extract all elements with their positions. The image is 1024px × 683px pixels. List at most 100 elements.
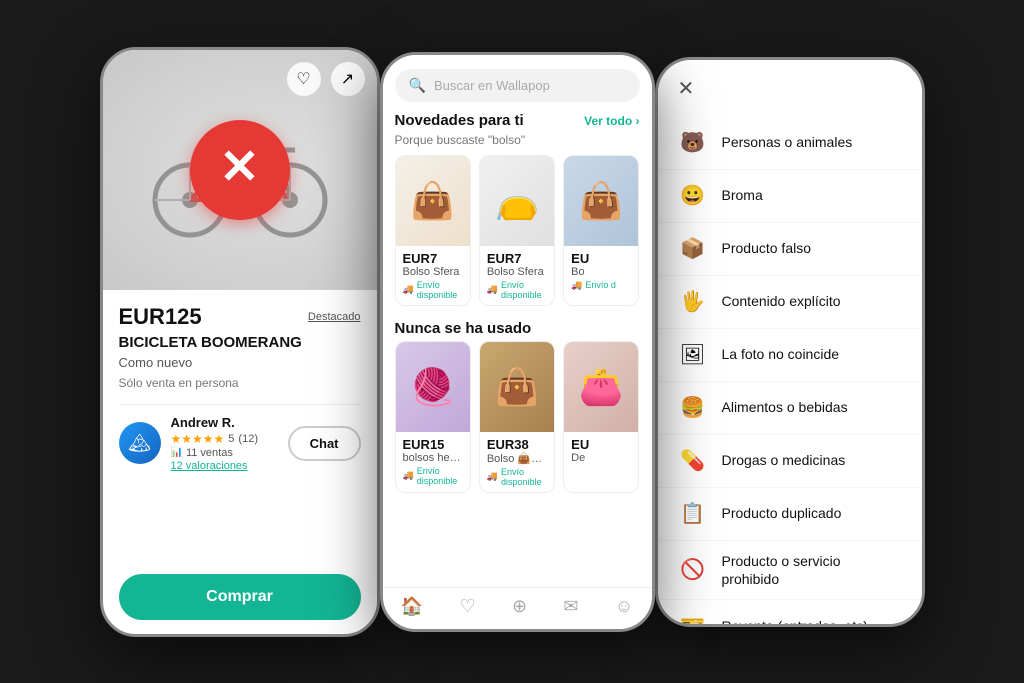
- nav-home[interactable]: 🏠: [401, 596, 423, 617]
- buy-button[interactable]: Comprar: [119, 574, 361, 620]
- product-name-1: Bolso Sfera: [403, 266, 463, 278]
- nav-add[interactable]: ⊕: [512, 596, 527, 617]
- truck-icon-2: 🚚: [487, 284, 498, 295]
- seller-name: Andrew R.: [171, 415, 278, 430]
- fake-product-icon: 📦: [678, 234, 708, 264]
- report-item-explicit[interactable]: 🖐 Contenido explícito: [658, 276, 922, 329]
- product-card[interactable]: 👜 EUR7 Bolso Sfera 🚚 Envío disponible: [395, 155, 471, 306]
- truck-icon-1: 🚚: [403, 284, 414, 295]
- report-item-photo-mismatch[interactable]: 🖼 La foto no coincide: [658, 329, 922, 382]
- prohibited-icon: 🚫: [678, 555, 708, 585]
- price-row: EUR125 Destacado: [119, 304, 361, 330]
- report-label-prohibited: Producto o servicio prohibido: [722, 552, 902, 588]
- report-label-photo-mismatch: La foto no coincide: [722, 345, 840, 363]
- product-image-bag3: 👜: [564, 156, 638, 246]
- food-icon: 🍔: [678, 393, 708, 423]
- product-name-5: Bolso 👜👜👜 ...: [487, 452, 547, 465]
- report-label-drugs: Drogas o medicinas: [722, 451, 846, 469]
- shipping-text-5: Envío disponible: [501, 467, 547, 487]
- listing-condition: Como nuevo: [119, 355, 361, 370]
- seller-details: Andrew R. ★★★★★ 5 (12) 📊 11 ventas 12 va…: [171, 415, 278, 472]
- report-item-duplicate[interactable]: 📋 Producto duplicado: [658, 488, 922, 541]
- shipping-badge-4: 🚚 Envío disponible: [403, 466, 463, 486]
- section2-header: Nunca se ha usado: [395, 320, 640, 337]
- favorite-icon[interactable]: ♡: [287, 62, 321, 96]
- report-item-drugs[interactable]: 💊 Drogas o medicinas: [658, 435, 922, 488]
- share-icon[interactable]: ↗: [331, 62, 365, 96]
- phone-report: ✕ 🐻 Personas o animales 😀 Broma 📦 Produc…: [655, 57, 925, 627]
- nav-favorites[interactable]: ♡: [459, 596, 475, 617]
- product-card-4[interactable]: 🧶 EUR15 bolsos hechos a... 🚚 Envío dispo…: [395, 341, 471, 493]
- listing-title: BICICLETA BOOMERANG: [119, 334, 361, 351]
- product-price-3: EU: [571, 251, 631, 266]
- see-all-link[interactable]: Ver todo ›: [584, 114, 639, 128]
- phone-browse: 🔍 Buscar en Wallapop Novedades para ti V…: [380, 52, 655, 632]
- report-item-resale[interactable]: 🎫 Reventa (entradas, etc): [658, 600, 922, 627]
- report-item-prohibited[interactable]: 🚫 Producto o servicio prohibido: [658, 541, 922, 600]
- report-item-food[interactable]: 🍔 Alimentos o bebidas: [658, 382, 922, 435]
- report-list: 🐻 Personas o animales 😀 Broma 📦 Producto…: [658, 117, 922, 627]
- product-image-extra: 👛: [564, 342, 638, 432]
- close-button[interactable]: ✕: [658, 76, 715, 117]
- phones-container: ✕ ♡ ↗ EUR125 Destacado BICICLETA BOOMERA…: [0, 0, 1024, 683]
- product-info-2: EUR7 Bolso Sfera 🚚 Envío disponible: [480, 246, 554, 305]
- shipping-badge-2: 🚚 Envío disponible: [487, 280, 547, 300]
- product-card-6[interactable]: 👛 EU De: [563, 341, 639, 493]
- report-item-fake-product[interactable]: 📦 Producto falso: [658, 223, 922, 276]
- product-card-3[interactable]: 👜 EU Bo 🚚 Envío d: [563, 155, 639, 306]
- product-card-2[interactable]: 👝 EUR7 Bolso Sfera 🚚 Envío disponible: [479, 155, 555, 306]
- shipping-badge-1: 🚚 Envío disponible: [403, 280, 463, 300]
- truck-icon-3: 🚚: [571, 280, 582, 291]
- search-input[interactable]: Buscar en Wallapop: [434, 78, 550, 93]
- truck-icon-4: 🚚: [403, 470, 414, 481]
- rating-score: 5: [228, 433, 234, 445]
- x-icon: ✕: [219, 144, 259, 192]
- listing-price: EUR125: [119, 304, 202, 330]
- product-name-2: Bolso Sfera: [487, 266, 547, 278]
- product-info-4: EUR15 bolsos hechos a... 🚚 Envío disponi…: [396, 432, 470, 491]
- product-price-1: EUR7: [403, 251, 463, 266]
- rating-count: (12): [238, 433, 258, 445]
- report-label-people-animals: Personas o animales: [722, 133, 853, 151]
- destacado-badge: Destacado: [308, 311, 361, 323]
- product-name-3: Bo: [571, 266, 631, 278]
- report-item-people-animals[interactable]: 🐻 Personas o animales: [658, 117, 922, 170]
- phone-listing: ✕ ♡ ↗ EUR125 Destacado BICICLETA BOOMERA…: [100, 47, 380, 637]
- report-label-food: Alimentos o bebidas: [722, 398, 848, 416]
- bottom-nav: 🏠 ♡ ⊕ ✉ ☺: [383, 587, 652, 629]
- photo-mismatch-icon: 🖼: [678, 340, 708, 370]
- product-info-5: EUR38 Bolso 👜👜👜 ... 🚚 Envío disponible: [480, 432, 554, 492]
- section1-title: Novedades para ti: [395, 112, 524, 129]
- section1-header: Novedades para ti Ver todo ›: [395, 112, 640, 129]
- product-info-6: EU De: [564, 432, 638, 469]
- section2-title: Nunca se ha usado: [395, 320, 532, 337]
- reviews-link[interactable]: 12 valoraciones: [171, 460, 278, 472]
- top-action-icons: ♡ ↗: [287, 62, 365, 96]
- search-bar[interactable]: 🔍 Buscar en Wallapop: [395, 69, 640, 102]
- report-label-resale: Reventa (entradas, etc): [722, 617, 868, 627]
- report-label-explicit: Contenido explícito: [722, 292, 841, 310]
- nav-profile[interactable]: ☺: [615, 596, 633, 617]
- shipping-badge-5: 🚚 Envío disponible: [487, 467, 547, 487]
- shipping-text-1: Envío disponible: [417, 280, 463, 300]
- truck-icon-5: 🚚: [487, 471, 498, 482]
- sales-chart-icon: 📊: [171, 447, 183, 458]
- product-name-6: De: [571, 452, 631, 464]
- nav-messages[interactable]: ✉: [563, 596, 578, 617]
- product-image-bag1: 👜: [396, 156, 470, 246]
- joke-icon: 😀: [678, 181, 708, 211]
- resale-icon: 🎫: [678, 611, 708, 627]
- chat-button[interactable]: Chat: [288, 426, 361, 461]
- report-label-fake-product: Producto falso: [722, 239, 812, 257]
- product-card-5[interactable]: 👜 EUR38 Bolso 👜👜👜 ... 🚚 Envío disponible: [479, 341, 555, 493]
- people-animals-icon: 🐻: [678, 128, 708, 158]
- product-price-4: EUR15: [403, 437, 463, 452]
- seller-row: 🏔 Andrew R. ★★★★★ 5 (12) 📊 11 ventas 12 …: [119, 404, 361, 472]
- report-item-joke[interactable]: 😀 Broma: [658, 170, 922, 223]
- shipping-text-3: Envío d: [585, 280, 616, 290]
- browse-content: Novedades para ti Ver todo › Porque busc…: [383, 112, 652, 587]
- shipping-text-4: Envío disponible: [417, 466, 463, 486]
- stars-icon: ★★★★★: [171, 432, 225, 446]
- search-icon: 🔍: [409, 77, 426, 94]
- listing-location: Sólo venta en persona: [119, 376, 361, 390]
